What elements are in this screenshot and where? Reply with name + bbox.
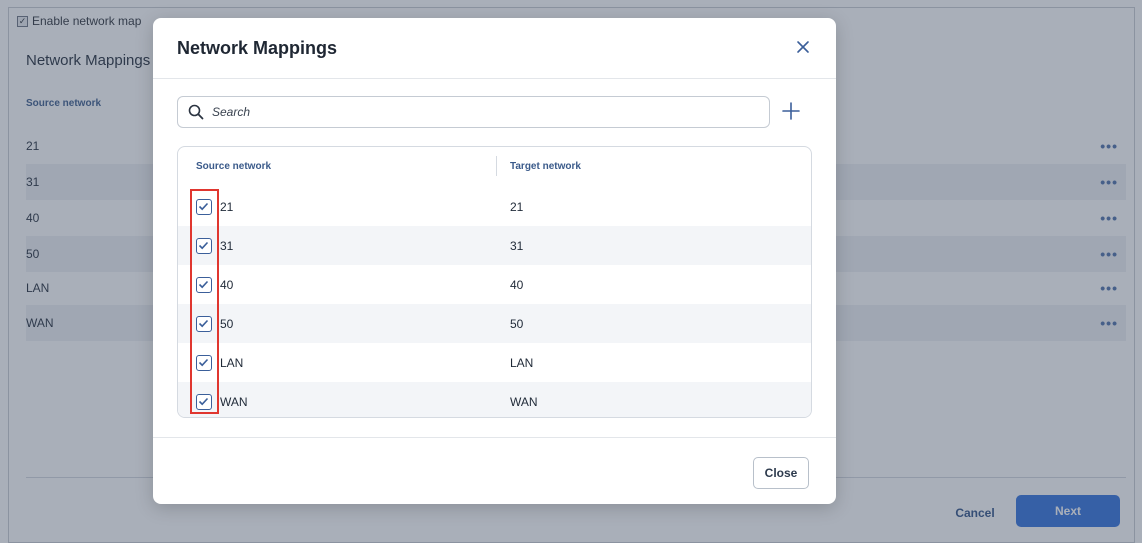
target-network-cell: LAN bbox=[510, 355, 534, 370]
source-network-cell: LAN bbox=[220, 355, 244, 370]
target-network-cell: 31 bbox=[510, 238, 524, 253]
source-network-cell: WAN bbox=[220, 394, 248, 409]
table-row[interactable]: WAN WAN bbox=[178, 382, 811, 417]
table-row[interactable]: 31 31 bbox=[178, 226, 811, 265]
search-box[interactable] bbox=[177, 96, 770, 128]
source-network-cell: 50 bbox=[220, 316, 234, 331]
source-network-cell: 31 bbox=[220, 238, 234, 253]
table-row[interactable]: 40 40 bbox=[178, 265, 811, 304]
search-input[interactable] bbox=[212, 105, 752, 119]
network-mappings-dialog: Network Mappings Source network Target n… bbox=[153, 18, 836, 504]
search-icon bbox=[188, 104, 204, 120]
source-network-header[interactable]: Source network bbox=[196, 161, 271, 172]
source-network-cell: 40 bbox=[220, 277, 234, 292]
target-network-header[interactable]: Target network bbox=[510, 161, 581, 172]
target-network-cell: 50 bbox=[510, 316, 524, 331]
dialog-header-divider bbox=[153, 78, 836, 79]
table-row[interactable]: 21 21 bbox=[178, 187, 811, 226]
dialog-footer-divider bbox=[153, 437, 836, 438]
table-row[interactable]: LAN LAN bbox=[178, 343, 811, 382]
table-row[interactable]: 50 50 bbox=[178, 304, 811, 343]
checkbox-column-highlight bbox=[190, 189, 219, 414]
close-button[interactable]: Close bbox=[753, 457, 809, 489]
add-icon[interactable] bbox=[780, 100, 802, 122]
target-network-cell: 21 bbox=[510, 199, 524, 214]
mappings-table: Source network Target network 21 21 31 3… bbox=[177, 146, 812, 418]
source-network-cell: 21 bbox=[220, 199, 234, 214]
column-divider bbox=[496, 156, 497, 176]
dialog-title: Network Mappings bbox=[177, 38, 338, 58]
table-header: Source network Target network bbox=[178, 147, 811, 187]
target-network-cell: WAN bbox=[510, 394, 538, 409]
close-icon[interactable] bbox=[794, 38, 812, 56]
target-network-cell: 40 bbox=[510, 277, 524, 292]
